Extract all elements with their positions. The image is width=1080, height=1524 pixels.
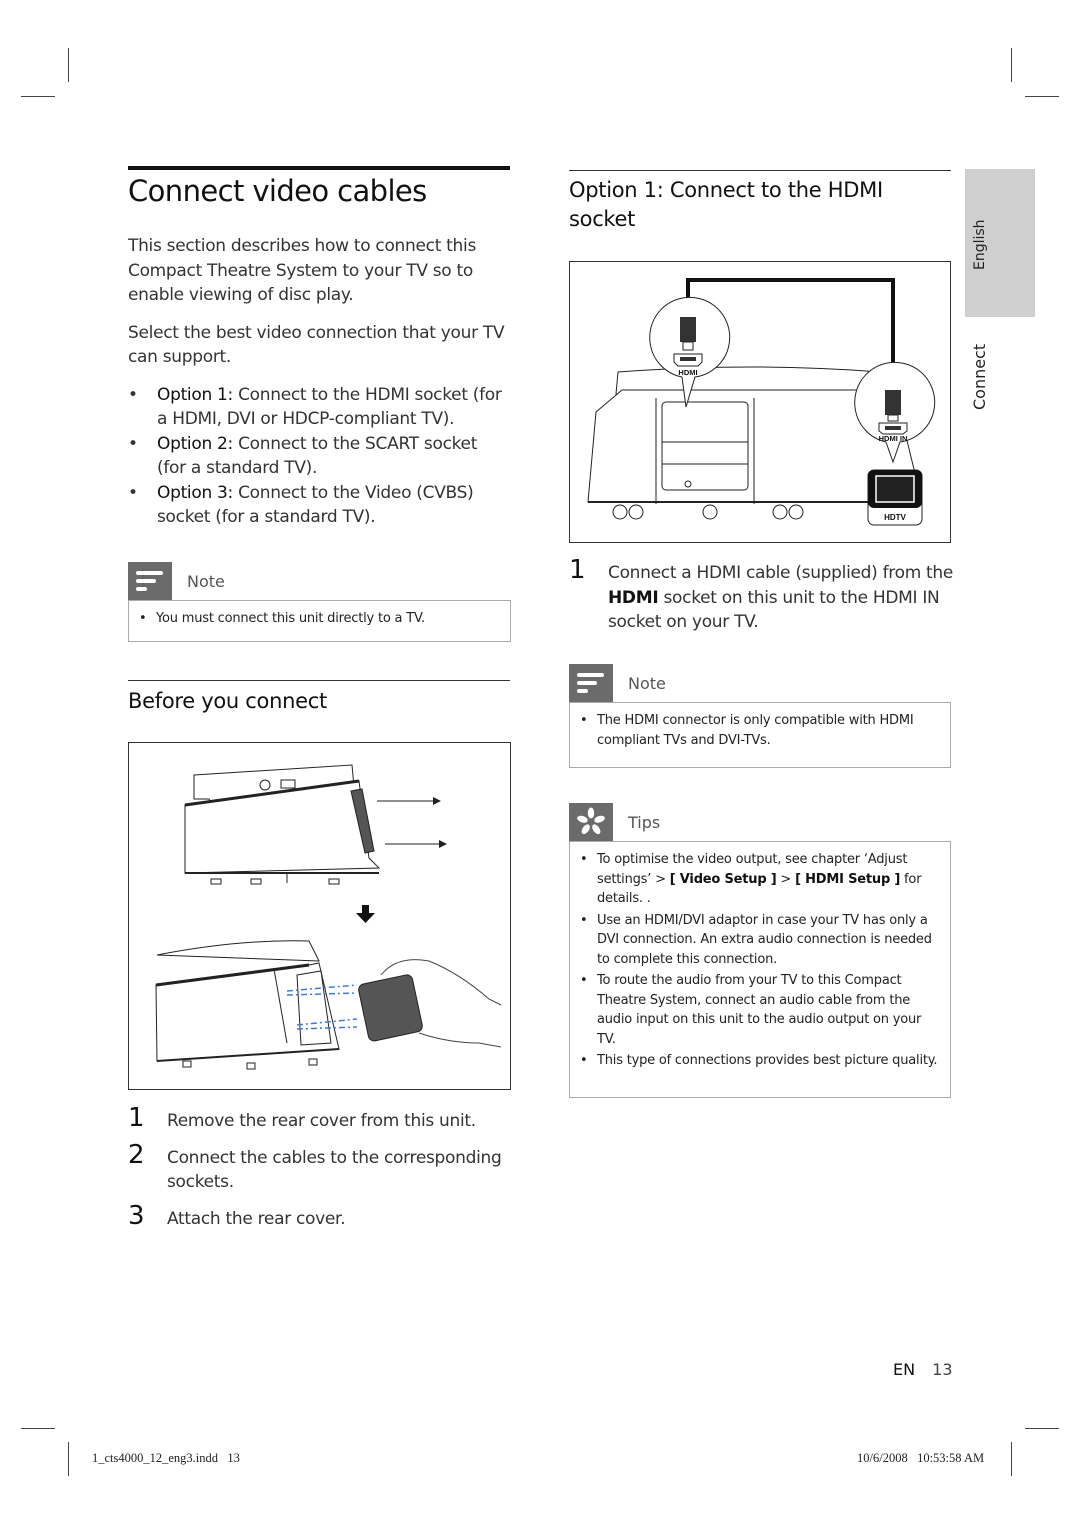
menu-path-video-setup: [ Video Setup ] [669,871,777,887]
note-icon [569,664,613,702]
note-text: You must connect this unit directly to a… [156,611,425,626]
bullet-icon: • [580,1053,588,1068]
crop-mark [1025,96,1059,97]
tip-text: > [776,871,796,887]
page-num: 13 [932,1360,953,1379]
option-item: • Option 2: Connect to the SCART socket (… [128,432,508,481]
step-text: Attach the rear cover. [167,1208,346,1229]
option-label: Option 3: [157,482,233,503]
page-number: EN 13 [893,1360,953,1379]
hdmi-label: HDMI [678,368,697,377]
step-number: 2 [128,1139,145,1170]
rear-cover-illustration [155,764,502,1070]
note-title: Note [628,673,666,693]
crop-mark [1025,1428,1059,1429]
step-text: Connect the cables to the corresponding … [167,1147,502,1193]
hdmi-figure: HDMI HDMI IN HDTV [569,261,951,543]
steps-list: 1 Remove the rear cover from this unit. 2… [128,1103,508,1243]
step-text: Remove the rear cover from this unit. [167,1111,476,1131]
option-item: • Option 3: Connect to the Video (CVBS) s… [128,481,508,530]
tip-text: Use an HDMI/DVI adaptor in case your TV … [597,912,932,967]
step-item: 3 Attach the rear cover. [128,1200,508,1232]
tip-item: • This type of connections provides best … [580,1051,940,1071]
note-header: Note [128,562,225,600]
step-text: Connect a HDMI cable (supplied) from the [608,563,954,583]
step-number: 1 [128,1103,145,1133]
hdtv-label: HDTV [884,513,906,522]
slug-file: 1_cts4000_12_eng3.indd 13 [92,1451,240,1465]
step-bold-text: HDMI [608,587,659,608]
crop-mark [68,1442,69,1476]
note-box: • You must connect this unit directly to … [128,600,511,642]
intro-paragraph: Select the best video connection that yo… [128,322,505,368]
bullet-icon: • [128,482,138,503]
note-icon [128,562,172,600]
option-label: Option 2: [157,433,233,454]
bullet-icon: • [128,384,138,405]
page-lang: EN [893,1360,916,1379]
step-number: 1 [569,555,586,585]
crop-mark [68,48,69,82]
section-title: Before you connect [128,689,327,713]
tips-title: Tips [628,812,661,832]
hdmi-in-label: HDMI IN [879,434,908,443]
tips-icon [569,803,613,841]
note-header: Note [569,664,666,702]
note-item: • The HDMI connector is only compatible w… [580,711,940,750]
hdmi-connection-illustration: HDMI HDMI IN HDTV [587,278,936,526]
step-number: 3 [128,1200,145,1231]
note-text: The HDMI connector is only compatible wi… [597,713,914,748]
chapter-tab-label: Connect [970,343,989,410]
section-rule [128,680,510,681]
section-title: Option 1: Connect to the HDMI socket [569,178,883,231]
note-title: Note [187,571,225,591]
tip-text: To route the audio from your TV to this … [597,973,922,1047]
options-list: • Option 1: Connect to the HDMI socket (f… [128,383,508,530]
rear-cover-figure [128,742,511,1090]
tip-item: • To route the audio from your TV to this… [580,971,940,1049]
tip-item: • Use an HDMI/DVI adaptor in case your TV… [580,911,940,970]
menu-path-hdmi-setup: [ HDMI Setup ] [795,871,901,887]
option-item: • Option 1: Connect to the HDMI socket (f… [128,383,508,432]
crop-mark [21,1428,55,1429]
intro-text: This section describes how to connect th… [128,234,508,530]
option-label: Option 1: [157,384,233,405]
step-text: socket on this unit to the HDMI IN socke… [608,587,940,633]
tips-box: • To optimise the video output, see chapt… [569,841,951,1098]
language-tab-label: English [972,219,988,270]
title-rule [128,166,510,170]
bullet-icon: • [580,973,588,988]
crop-mark [1011,48,1012,82]
tip-item: • To optimise the video output, see chapt… [580,850,940,909]
page-title: Connect video cables [128,174,427,208]
step-item: 2 Connect the cables to the corresponding… [128,1139,508,1195]
bullet-icon: • [139,611,147,626]
crop-mark [1011,1442,1012,1476]
bullet-icon: • [580,912,588,928]
section-rule [569,170,951,171]
bullet-icon: • [128,433,138,454]
crop-mark [21,96,55,97]
tips-header: Tips [569,803,660,841]
intro-paragraph: This section describes how to connect th… [128,236,476,305]
note-box: • The HDMI connector is only compatible w… [569,702,951,768]
step-item: 1 Remove the rear cover from this unit. [128,1103,508,1134]
tip-text: This type of connections provides best p… [597,1053,938,1068]
step-item: 1 Connect a HDMI cable (supplied) from th… [569,555,954,635]
note-item: • You must connect this unit directly to … [139,609,500,629]
hdmi-step: 1 Connect a HDMI cable (supplied) from th… [569,555,954,647]
slug-date: 10/6/2008 10:53:58 AM [857,1451,985,1465]
bullet-icon: • [580,852,588,867]
bullet-icon: • [580,713,588,728]
